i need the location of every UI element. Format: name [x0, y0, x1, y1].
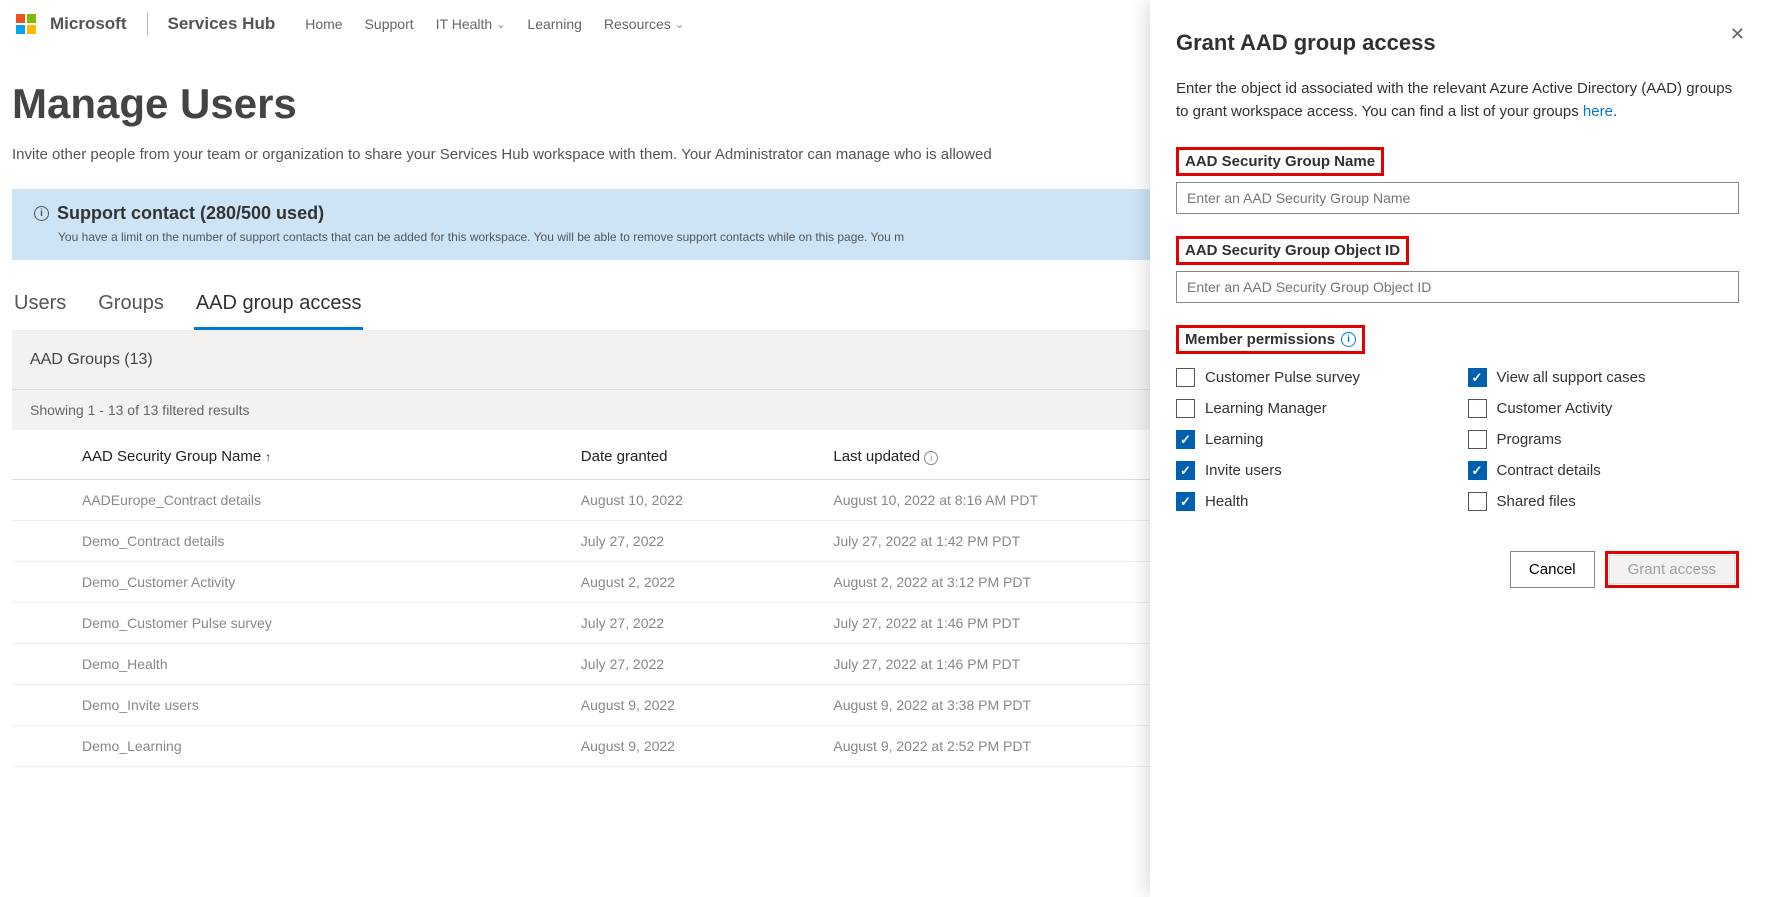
info-icon[interactable]: i — [1341, 332, 1356, 347]
tab-users[interactable]: Users — [12, 284, 68, 330]
checkbox[interactable] — [1176, 368, 1195, 387]
group-id-label: AAD Security Group Object ID — [1176, 236, 1409, 265]
close-icon: ✕ — [1730, 24, 1745, 44]
grant-access-panel: ✕ Grant AAD group access Enter the objec… — [1150, 0, 1765, 897]
checkbox[interactable] — [1468, 461, 1487, 480]
cell-name: Demo_Contract details — [12, 521, 571, 562]
permission-item: Customer Activity — [1468, 399, 1740, 418]
nav-link[interactable]: Home — [305, 16, 342, 32]
group-name-label: AAD Security Group Name — [1176, 147, 1384, 176]
checkbox[interactable] — [1176, 492, 1195, 511]
brand-text: Microsoft — [50, 14, 127, 34]
permission-item: View all support cases — [1468, 368, 1740, 387]
checkbox[interactable] — [1176, 461, 1195, 480]
permission-item: Health — [1176, 492, 1448, 511]
cell-name: Demo_Customer Pulse survey — [12, 603, 571, 644]
permission-item: Customer Pulse survey — [1176, 368, 1448, 387]
permission-item: Shared files — [1468, 492, 1740, 511]
permission-label: Programs — [1497, 431, 1562, 448]
cell-date: July 27, 2022 — [571, 521, 824, 562]
checkbox[interactable] — [1468, 399, 1487, 418]
tab-aad-group-access[interactable]: AAD group access — [194, 284, 364, 330]
permissions-grid: Customer Pulse survey View all support ca… — [1176, 368, 1739, 511]
info-icon[interactable]: i — [924, 451, 938, 465]
permission-label: Shared files — [1497, 493, 1576, 510]
cell-date: August 9, 2022 — [571, 685, 824, 726]
groups-count: AAD Groups (13) — [30, 351, 153, 369]
group-name-input[interactable] — [1176, 182, 1739, 214]
groups-here-link[interactable]: here — [1583, 103, 1613, 120]
permission-item: Programs — [1468, 430, 1740, 449]
sort-asc-icon: ↑ — [265, 450, 271, 464]
permission-label: Customer Activity — [1497, 400, 1613, 417]
cell-date: August 9, 2022 — [571, 726, 824, 767]
nav-link[interactable]: Resources⌄ — [604, 16, 684, 32]
checkbox[interactable] — [1468, 492, 1487, 511]
member-permissions-label: Member permissions i — [1176, 325, 1365, 354]
tab-groups[interactable]: Groups — [96, 284, 166, 330]
product-name: Services Hub — [168, 14, 276, 34]
checkbox[interactable] — [1176, 430, 1195, 449]
grant-button-highlight: Grant access — [1605, 551, 1739, 588]
banner-title-text: Support contact (280/500 used) — [57, 203, 324, 224]
panel-title: Grant AAD group access — [1176, 30, 1739, 56]
cell-name: AADEurope_Contract details — [12, 480, 571, 521]
permission-label: Invite users — [1205, 462, 1282, 479]
column-header[interactable]: Date granted — [571, 430, 824, 480]
cell-date: July 27, 2022 — [571, 603, 824, 644]
cell-name: Demo_Learning — [12, 726, 571, 767]
permission-item: Contract details — [1468, 461, 1740, 480]
cell-date: July 27, 2022 — [571, 644, 824, 685]
nav-links: Home Support IT Health⌄ Learning Resources⌄ — [305, 16, 684, 32]
cell-name: Demo_Health — [12, 644, 571, 685]
permission-label: Learning — [1205, 431, 1263, 448]
nav-link[interactable]: Learning — [527, 16, 582, 32]
permission-item: Learning Manager — [1176, 399, 1448, 418]
permission-item: Learning — [1176, 430, 1448, 449]
cancel-button[interactable]: Cancel — [1510, 551, 1595, 588]
chevron-down-icon: ⌄ — [675, 18, 684, 31]
close-button[interactable]: ✕ — [1730, 24, 1745, 45]
cell-name: Demo_Invite users — [12, 685, 571, 726]
panel-description: Enter the object id associated with the … — [1176, 78, 1739, 123]
grant-access-button[interactable]: Grant access — [1609, 555, 1735, 584]
permission-label: Learning Manager — [1205, 400, 1327, 417]
microsoft-logo-icon — [16, 14, 36, 34]
nav-link[interactable]: Support — [365, 16, 414, 32]
cell-date: August 10, 2022 — [571, 480, 824, 521]
permission-label: View all support cases — [1497, 369, 1646, 386]
group-id-input[interactable] — [1176, 271, 1739, 303]
cell-name: Demo_Customer Activity — [12, 562, 571, 603]
panel-footer: Cancel Grant access — [1176, 551, 1739, 588]
checkbox[interactable] — [1176, 399, 1195, 418]
checkbox[interactable] — [1468, 368, 1487, 387]
column-header[interactable]: AAD Security Group Name↑ — [12, 430, 571, 480]
info-icon: i — [34, 206, 49, 221]
permission-label: Contract details — [1497, 462, 1601, 479]
chevron-down-icon: ⌄ — [496, 18, 505, 31]
permission-item: Invite users — [1176, 461, 1448, 480]
permission-label: Customer Pulse survey — [1205, 369, 1360, 386]
permission-label: Health — [1205, 493, 1248, 510]
cell-date: August 2, 2022 — [571, 562, 824, 603]
nav-divider — [147, 12, 148, 36]
checkbox[interactable] — [1468, 430, 1487, 449]
nav-link[interactable]: IT Health⌄ — [436, 16, 506, 32]
